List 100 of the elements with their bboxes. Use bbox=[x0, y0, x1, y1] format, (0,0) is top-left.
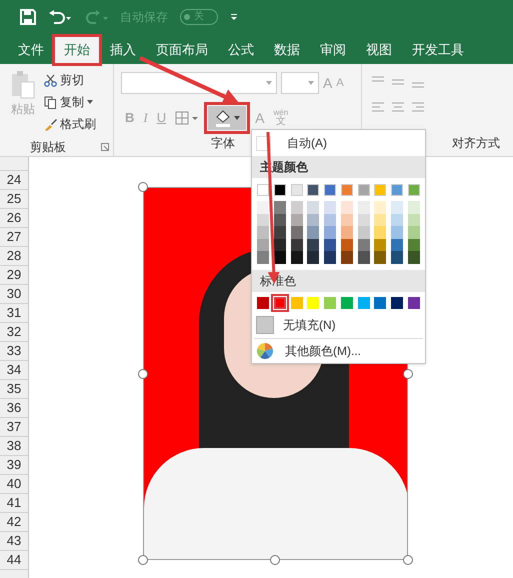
row-header[interactable]: 33 bbox=[0, 342, 28, 361]
undo-icon[interactable] bbox=[48, 10, 72, 24]
color-swatch[interactable] bbox=[358, 214, 370, 226]
color-swatch[interactable] bbox=[257, 296, 270, 308]
color-swatch[interactable] bbox=[274, 226, 286, 238]
color-swatch[interactable] bbox=[290, 184, 303, 196]
color-swatch[interactable] bbox=[324, 214, 336, 226]
customize-caret-icon[interactable] bbox=[230, 13, 238, 21]
color-swatch[interactable] bbox=[274, 214, 286, 226]
color-swatch[interactable] bbox=[358, 251, 370, 264]
color-swatch[interactable] bbox=[374, 214, 386, 226]
resize-handle[interactable] bbox=[403, 369, 413, 379]
color-swatch[interactable] bbox=[274, 184, 286, 196]
row-header[interactable]: 26 bbox=[0, 209, 28, 228]
color-swatch[interactable] bbox=[307, 201, 320, 214]
font-name-field[interactable] bbox=[121, 72, 277, 94]
fill-color-button[interactable] bbox=[208, 106, 246, 130]
color-swatch[interactable] bbox=[408, 226, 420, 238]
color-swatch[interactable] bbox=[374, 184, 386, 196]
row-header[interactable]: 30 bbox=[0, 285, 28, 304]
resize-handle[interactable] bbox=[138, 555, 148, 565]
row-header[interactable]: 32 bbox=[0, 323, 28, 342]
color-swatch[interactable] bbox=[391, 184, 404, 196]
format-painter-button[interactable]: 格式刷 bbox=[44, 114, 96, 134]
color-swatch[interactable] bbox=[340, 238, 353, 251]
color-swatch[interactable] bbox=[391, 296, 404, 308]
cut-button[interactable]: 剪切 bbox=[44, 70, 96, 90]
color-swatch[interactable] bbox=[358, 226, 370, 238]
color-swatch[interactable] bbox=[324, 296, 336, 308]
row-header[interactable]: 44 bbox=[0, 551, 28, 570]
dialog-launcher-icon[interactable] bbox=[101, 143, 109, 151]
color-swatch[interactable] bbox=[358, 201, 370, 214]
color-swatch[interactable] bbox=[307, 226, 320, 238]
color-swatch[interactable] bbox=[408, 238, 420, 251]
color-swatch[interactable] bbox=[340, 184, 353, 196]
ribbon-tab[interactable]: 数据 bbox=[264, 36, 310, 64]
color-swatch[interactable] bbox=[391, 214, 404, 226]
color-swatch[interactable] bbox=[374, 296, 386, 308]
row-header[interactable]: 31 bbox=[0, 304, 28, 323]
font-size-field[interactable] bbox=[281, 72, 319, 94]
ribbon-tab[interactable]: 审阅 bbox=[310, 36, 356, 64]
color-swatch[interactable] bbox=[290, 238, 303, 251]
color-swatch[interactable] bbox=[408, 251, 420, 264]
row-header[interactable]: 37 bbox=[0, 418, 28, 437]
color-swatch[interactable] bbox=[358, 296, 370, 308]
color-swatch[interactable] bbox=[257, 226, 270, 238]
resize-handle[interactable] bbox=[270, 555, 280, 565]
row-header[interactable]: 41 bbox=[0, 494, 28, 513]
color-swatch[interactable] bbox=[324, 251, 336, 264]
ribbon-tab[interactable]: 开发工具 bbox=[402, 36, 474, 64]
row-header[interactable]: 28 bbox=[0, 247, 28, 266]
color-swatch[interactable] bbox=[408, 214, 420, 226]
ribbon-tab[interactable]: 视图 bbox=[356, 36, 402, 64]
color-swatch[interactable] bbox=[408, 296, 420, 308]
color-swatch[interactable] bbox=[324, 184, 336, 196]
color-swatch[interactable] bbox=[340, 296, 353, 308]
color-swatch[interactable] bbox=[374, 251, 386, 264]
color-swatch[interactable] bbox=[340, 214, 353, 226]
color-swatch[interactable] bbox=[408, 201, 420, 214]
row-header[interactable]: 24 bbox=[0, 171, 28, 190]
save-icon[interactable] bbox=[20, 9, 36, 25]
color-swatch[interactable] bbox=[340, 251, 353, 264]
color-swatch[interactable] bbox=[257, 214, 270, 226]
row-header[interactable]: 39 bbox=[0, 456, 28, 475]
color-swatch[interactable] bbox=[290, 226, 303, 238]
row-header[interactable]: 27 bbox=[0, 228, 28, 247]
color-swatch[interactable] bbox=[324, 226, 336, 238]
more-colors-option[interactable]: 其他颜色(M)... bbox=[252, 338, 425, 362]
color-swatch[interactable] bbox=[290, 214, 303, 226]
ribbon-tab[interactable]: 文件 bbox=[8, 36, 54, 64]
color-swatch[interactable] bbox=[307, 238, 320, 251]
color-swatch[interactable] bbox=[391, 226, 404, 238]
color-swatch[interactable] bbox=[374, 238, 386, 251]
row-header[interactable]: 25 bbox=[0, 190, 28, 209]
color-swatch[interactable] bbox=[358, 184, 370, 196]
color-swatch[interactable] bbox=[274, 201, 286, 214]
borders-icon[interactable] bbox=[175, 111, 200, 125]
color-swatch[interactable] bbox=[324, 238, 336, 251]
color-swatch[interactable] bbox=[340, 226, 353, 238]
color-swatch[interactable] bbox=[307, 251, 320, 264]
ribbon-tab[interactable]: 插入 bbox=[100, 36, 146, 64]
paste-icon[interactable] bbox=[10, 70, 36, 100]
redo-icon[interactable] bbox=[84, 10, 108, 24]
color-swatch[interactable] bbox=[257, 238, 270, 251]
ribbon-tab[interactable]: 开始 bbox=[54, 36, 100, 64]
color-swatch[interactable] bbox=[374, 226, 386, 238]
row-header[interactable]: 38 bbox=[0, 437, 28, 456]
color-swatch[interactable] bbox=[324, 201, 336, 214]
color-swatch[interactable] bbox=[290, 251, 303, 264]
resize-handle[interactable] bbox=[138, 369, 148, 379]
resize-handle[interactable] bbox=[138, 182, 148, 192]
color-swatch[interactable] bbox=[391, 251, 404, 264]
copy-button[interactable]: 复制 bbox=[44, 92, 96, 112]
color-swatch[interactable] bbox=[290, 296, 303, 308]
ribbon-tab[interactable]: 公式 bbox=[218, 36, 264, 64]
automatic-option[interactable]: 自动(A) bbox=[252, 130, 425, 156]
color-swatch[interactable] bbox=[391, 238, 404, 251]
color-swatch[interactable] bbox=[307, 296, 320, 308]
row-header[interactable]: 29 bbox=[0, 266, 28, 285]
row-header[interactable]: 35 bbox=[0, 380, 28, 399]
